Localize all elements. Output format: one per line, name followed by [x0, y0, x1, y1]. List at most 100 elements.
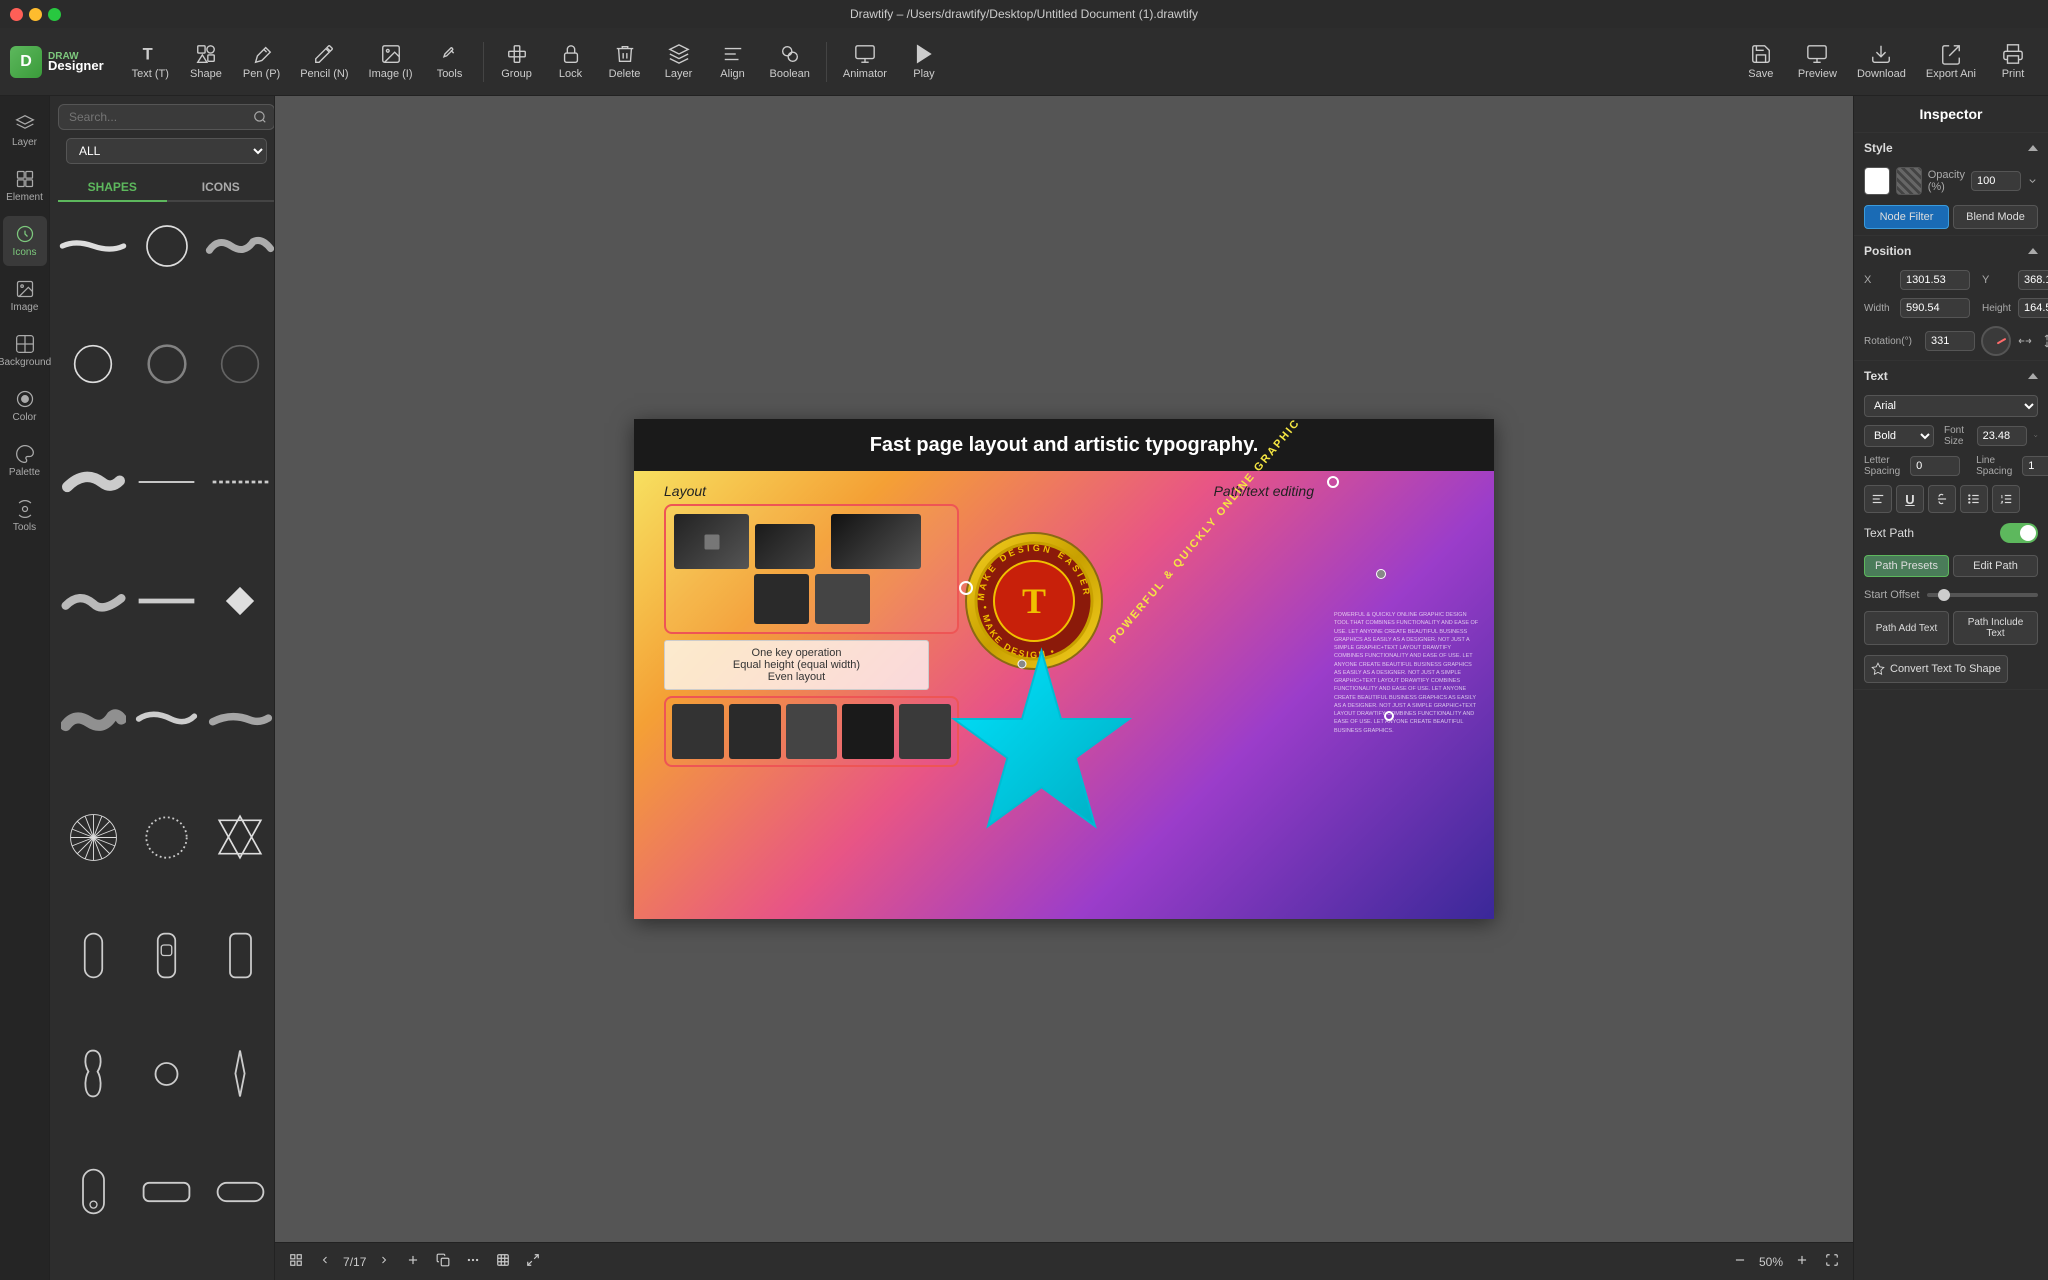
align-tool[interactable]: Align — [708, 39, 758, 84]
shape-item[interactable] — [134, 571, 199, 631]
text-section-header[interactable]: Text — [1854, 361, 2048, 391]
control-handle-left[interactable] — [959, 581, 973, 595]
sidebar-item-layer[interactable]: Layer — [3, 106, 47, 156]
shape-tool[interactable]: Shape — [181, 39, 231, 84]
pen-tool[interactable]: Pen (P) — [235, 39, 288, 84]
style-section-header[interactable]: Style — [1854, 133, 2048, 163]
convert-text-to-shape-button[interactable]: Convert Text To Shape — [1864, 655, 2008, 683]
shape-item[interactable] — [205, 452, 274, 512]
flip-v-icon[interactable] — [2039, 333, 2048, 349]
sidebar-item-background[interactable]: Background — [3, 326, 47, 376]
lock-tool[interactable]: Lock — [546, 39, 596, 84]
shape-item[interactable] — [134, 1162, 199, 1222]
print-tool[interactable]: Print — [1988, 39, 2038, 84]
node-filter-button[interactable]: Node Filter — [1864, 205, 1949, 229]
y-input[interactable] — [2018, 270, 2048, 290]
letter-spacing-input[interactable] — [1910, 456, 1960, 476]
shape-item[interactable] — [134, 452, 199, 512]
play-tool[interactable]: Play — [899, 39, 949, 84]
shape-item[interactable] — [205, 807, 274, 867]
canvas-wrapper[interactable]: Fast page layout and artistic typography… — [275, 96, 1853, 1242]
path-presets-button[interactable]: Path Presets — [1864, 555, 1949, 577]
canvas[interactable]: Fast page layout and artistic typography… — [634, 419, 1494, 919]
sidebar-item-icons[interactable]: Icons — [3, 216, 47, 266]
shape-item[interactable] — [58, 1162, 128, 1222]
sidebar-item-element[interactable]: Element — [3, 161, 47, 211]
path-include-text-button[interactable]: Path Include Text — [1953, 611, 2038, 645]
font-size-input[interactable] — [1977, 426, 2027, 446]
shape-item[interactable] — [205, 1162, 274, 1222]
width-input[interactable] — [1900, 298, 1970, 318]
search-input[interactable] — [58, 104, 274, 130]
control-handle-mid[interactable] — [1376, 569, 1386, 579]
opacity-input[interactable] — [1971, 171, 2021, 191]
shape-item[interactable] — [58, 925, 128, 985]
pattern-swatch[interactable] — [1896, 167, 1922, 195]
fit-button[interactable] — [1821, 1249, 1843, 1274]
font-weight-select[interactable]: Bold — [1864, 425, 1934, 447]
underline-button[interactable]: U — [1896, 485, 1924, 513]
line-spacing-input[interactable] — [2022, 456, 2048, 476]
font-size-chevron[interactable] — [2033, 431, 2038, 441]
shape-item[interactable] — [58, 807, 128, 867]
next-page-button[interactable] — [374, 1250, 394, 1273]
shape-item[interactable] — [134, 689, 199, 749]
close-button[interactable] — [10, 8, 23, 21]
offset-slider[interactable] — [1927, 593, 2038, 597]
more-button[interactable] — [462, 1249, 484, 1274]
shape-item[interactable] — [205, 1044, 274, 1104]
blend-mode-button[interactable]: Blend Mode — [1953, 205, 2038, 229]
sidebar-item-palette[interactable]: Palette — [3, 436, 47, 486]
shape-item[interactable] — [205, 925, 274, 985]
category-select[interactable]: ALL — [66, 138, 267, 164]
shape-item[interactable] — [134, 1044, 199, 1104]
align-left-button[interactable] — [1864, 485, 1892, 513]
shape-item[interactable] — [205, 571, 274, 631]
sidebar-item-tools[interactable]: Tools — [3, 491, 47, 541]
shape-item[interactable] — [134, 334, 199, 394]
font-select[interactable]: Arial — [1864, 395, 2038, 417]
tab-icons[interactable]: ICONS — [167, 174, 275, 200]
maximize-button[interactable] — [48, 8, 61, 21]
zoom-out-button[interactable] — [1729, 1249, 1751, 1274]
height-input[interactable] — [2018, 298, 2048, 318]
delete-tool[interactable]: Delete — [600, 39, 650, 84]
rotation-input[interactable] — [1925, 331, 1975, 351]
opacity-chevron[interactable] — [2027, 175, 2038, 187]
rotation-dial[interactable] — [1981, 326, 2011, 356]
text-tool[interactable]: T Text (T) — [124, 39, 177, 84]
add-page-button[interactable] — [402, 1249, 424, 1274]
minimize-button[interactable] — [29, 8, 42, 21]
grid-view-button[interactable] — [285, 1249, 307, 1274]
control-handle-top[interactable] — [1327, 476, 1339, 488]
download-tool[interactable]: Download — [1849, 39, 1914, 84]
shape-item[interactable] — [58, 334, 128, 394]
shape-item[interactable] — [58, 689, 128, 749]
layer-tool[interactable]: Layer — [654, 39, 704, 84]
position-section-header[interactable]: Position — [1854, 236, 2048, 266]
fill-color-swatch[interactable] — [1864, 167, 1890, 195]
text-path-toggle[interactable] — [2000, 523, 2038, 543]
image-tool[interactable]: Image (I) — [361, 39, 421, 84]
shape-item[interactable] — [134, 807, 199, 867]
shape-item[interactable] — [58, 216, 128, 276]
prev-page-button[interactable] — [315, 1250, 335, 1273]
expand-button[interactable] — [522, 1249, 544, 1274]
group-tool[interactable]: Group — [492, 39, 542, 84]
pencil-tool[interactable]: Pencil (N) — [292, 39, 356, 84]
shape-item[interactable] — [58, 1044, 128, 1104]
animator-tool[interactable]: Animator — [835, 39, 895, 84]
zoom-in-button[interactable] — [1791, 1249, 1813, 1274]
save-tool[interactable]: Save — [1736, 39, 1786, 84]
tab-shapes[interactable]: SHAPES — [58, 174, 167, 202]
sidebar-item-image[interactable]: Image — [3, 271, 47, 321]
control-handle-bottom[interactable] — [1384, 711, 1394, 721]
sidebar-item-color[interactable]: Color — [3, 381, 47, 431]
duplicate-page-button[interactable] — [432, 1249, 454, 1274]
shape-item[interactable] — [58, 571, 128, 631]
path-add-text-button[interactable]: Path Add Text — [1864, 611, 1949, 645]
list-button[interactable] — [1960, 485, 1988, 513]
boolean-tool[interactable]: Boolean — [762, 39, 818, 84]
flip-h-icon[interactable] — [2017, 333, 2033, 349]
numbered-list-button[interactable] — [1992, 485, 2020, 513]
